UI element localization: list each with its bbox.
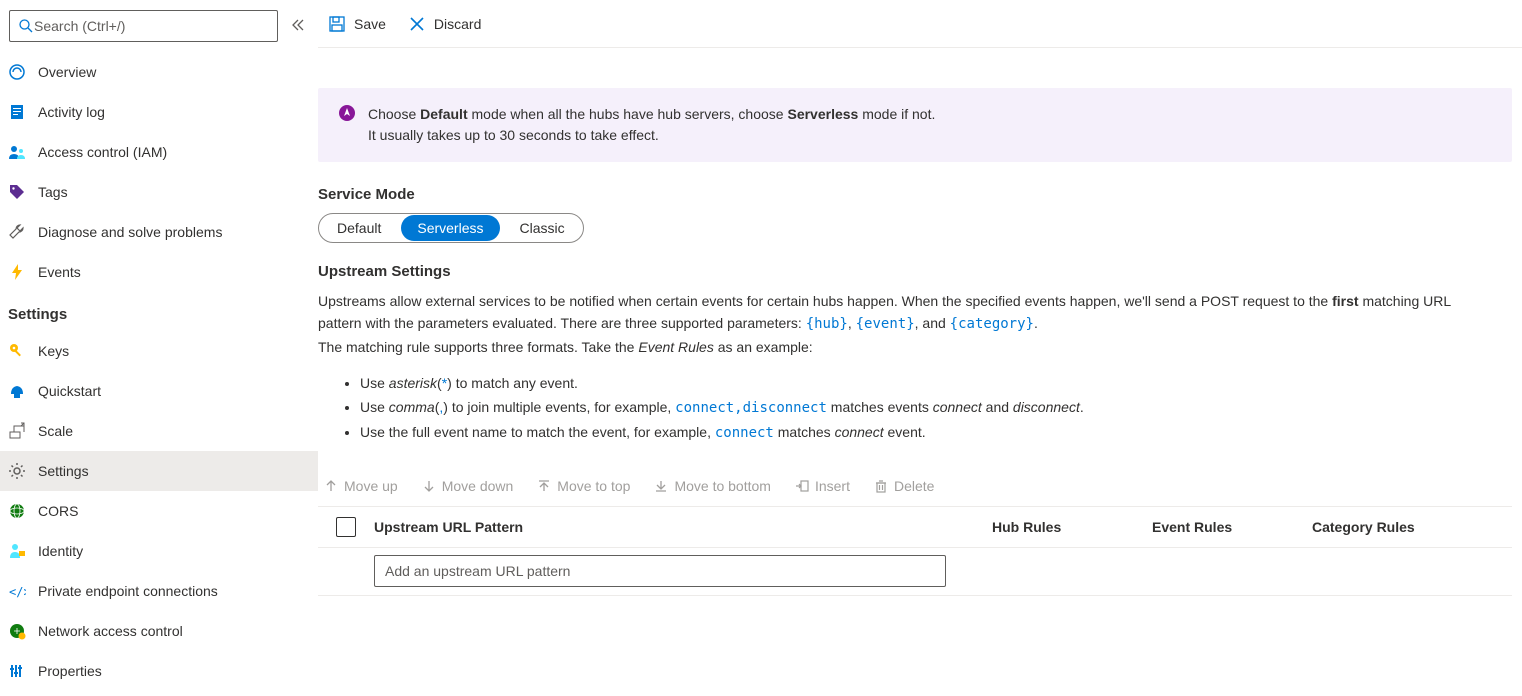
nav-label: Overview [38, 64, 96, 80]
nav-keys[interactable]: Keys [0, 331, 318, 371]
chevron-double-left-icon [291, 18, 305, 32]
nav-access-control[interactable]: Access control (IAM) [0, 132, 318, 172]
nav-label: Properties [38, 663, 102, 679]
arrow-bottom-icon [654, 479, 668, 493]
rule-comma: Use comma(,) to join multiple events, fo… [360, 396, 1512, 421]
th-hub: Hub Rules [992, 519, 1152, 535]
nav-settings[interactable]: Settings [0, 451, 318, 491]
tag-icon [8, 183, 26, 201]
arrow-down-icon [422, 479, 436, 493]
network-icon [8, 622, 26, 640]
trash-icon [874, 479, 888, 493]
activity-log-icon [8, 103, 26, 121]
delete-button[interactable]: Delete [874, 478, 934, 494]
main-panel: Save Discard Choose Default mode when al… [318, 0, 1522, 696]
upstream-url-input[interactable] [374, 555, 946, 587]
mode-classic[interactable]: Classic [504, 215, 581, 241]
nav-tags[interactable]: Tags [0, 172, 318, 212]
search-input[interactable] [34, 18, 269, 34]
nav-activity-log[interactable]: Activity log [0, 92, 318, 132]
endpoint-icon: </> [8, 582, 26, 600]
nav-label: Quickstart [38, 383, 101, 399]
nav-properties[interactable]: Properties [0, 651, 318, 691]
overview-icon [8, 63, 26, 81]
service-mode-title: Service Mode [318, 186, 1512, 203]
info-banner: Choose Default mode when all the hubs ha… [318, 88, 1512, 162]
access-control-icon [8, 143, 26, 161]
nav-label: Private endpoint connections [38, 583, 218, 599]
globe-icon [8, 502, 26, 520]
upstream-description: Upstreams allow external services to be … [318, 290, 1498, 358]
service-mode-selector: Default Serverless Classic [318, 213, 584, 243]
toolbar: Save Discard [318, 0, 1522, 48]
mode-default[interactable]: Default [321, 215, 397, 241]
scale-icon [8, 422, 26, 440]
table-header: Upstream URL Pattern Hub Rules Event Rul… [318, 506, 1512, 548]
nav-diagnose[interactable]: Diagnose and solve problems [0, 212, 318, 252]
nav-scale[interactable]: Scale [0, 411, 318, 451]
rule-fullname: Use the full event name to match the eve… [360, 421, 1512, 446]
save-button[interactable]: Save [328, 15, 386, 33]
nav-label: Access control (IAM) [38, 144, 167, 160]
nav-overview[interactable]: Overview [0, 52, 318, 92]
arrow-up-icon [324, 479, 338, 493]
save-label: Save [354, 16, 386, 32]
properties-icon [8, 662, 26, 680]
th-url: Upstream URL Pattern [374, 519, 992, 535]
rule-asterisk: Use asterisk(*) to match any event. [360, 372, 1512, 396]
collapse-sidebar-button[interactable] [286, 18, 310, 35]
nav-label: Tags [38, 184, 68, 200]
th-cat: Category Rules [1312, 519, 1512, 535]
key-icon [8, 342, 26, 360]
nav-label: Settings [38, 463, 89, 479]
search-box[interactable] [9, 10, 278, 42]
sidebar: Overview Activity log Access control (IA… [0, 0, 318, 696]
save-icon [328, 15, 346, 33]
nav-label: Diagnose and solve problems [38, 224, 222, 240]
nav-label: Events [38, 264, 81, 280]
nav-quickstart[interactable]: Quickstart [0, 371, 318, 411]
svg-text:</>: </> [9, 585, 26, 599]
nav-label: Network access control [38, 623, 183, 639]
table-row [318, 548, 1512, 596]
nav-label: Activity log [38, 104, 105, 120]
move-down-button[interactable]: Move down [422, 478, 514, 494]
move-top-button[interactable]: Move to top [537, 478, 630, 494]
nav-private-endpoint[interactable]: </> Private endpoint connections [0, 571, 318, 611]
nav-label: CORS [38, 503, 78, 519]
upstream-title: Upstream Settings [318, 263, 1512, 280]
rule-formats-list: Use asterisk(*) to match any event. Use … [360, 372, 1512, 445]
table-actions: Move up Move down Move to top Move to bo… [318, 474, 1512, 506]
gear-icon [8, 462, 26, 480]
sidebar-group-settings: Settings [0, 292, 318, 331]
arrow-top-icon [537, 479, 551, 493]
lightning-icon [8, 263, 26, 281]
discard-label: Discard [434, 16, 481, 32]
nav-network-access[interactable]: Network access control [0, 611, 318, 651]
nav-cors[interactable]: CORS [0, 491, 318, 531]
info-text: Choose Default mode when all the hubs ha… [368, 104, 935, 146]
insert-button[interactable]: Insert [795, 478, 850, 494]
nav-label: Identity [38, 543, 83, 559]
nav-identity[interactable]: Identity [0, 531, 318, 571]
identity-icon [8, 542, 26, 560]
nav-events[interactable]: Events [0, 252, 318, 292]
move-up-button[interactable]: Move up [324, 478, 398, 494]
th-event: Event Rules [1152, 519, 1312, 535]
nav-label: Scale [38, 423, 73, 439]
wrench-icon [8, 223, 26, 241]
mode-serverless[interactable]: Serverless [401, 215, 499, 241]
move-bottom-button[interactable]: Move to bottom [654, 478, 771, 494]
select-all-checkbox[interactable] [336, 517, 356, 537]
discard-button[interactable]: Discard [408, 15, 481, 33]
quickstart-icon [8, 382, 26, 400]
rocket-icon [338, 104, 356, 122]
insert-icon [795, 479, 809, 493]
close-icon [408, 15, 426, 33]
nav-label: Keys [38, 343, 69, 359]
search-icon [18, 18, 34, 34]
